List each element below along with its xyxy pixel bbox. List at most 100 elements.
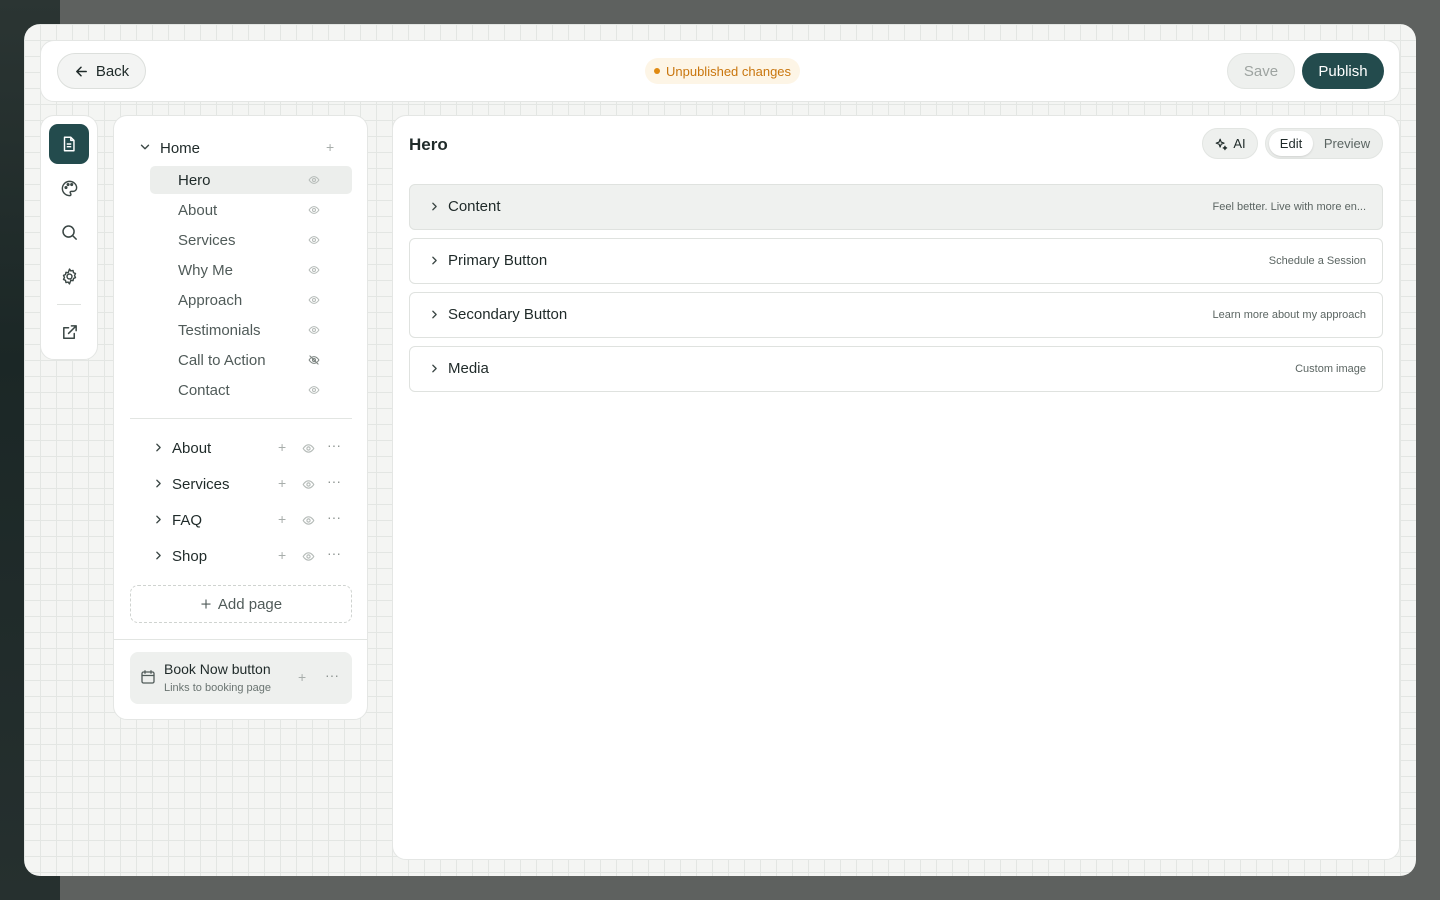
eye-icon[interactable] [308, 264, 320, 276]
editor-window: Back Unpublished changes Save Publish Ho… [24, 24, 1416, 876]
more-options-icon[interactable]: ··· [327, 545, 341, 561]
eye-icon[interactable] [302, 478, 315, 491]
search-icon [60, 223, 79, 242]
field-summary: Feel better. Live with more en... [1212, 201, 1366, 213]
more-options-icon[interactable]: ··· [327, 473, 341, 489]
save-button[interactable]: Save [1227, 53, 1295, 89]
chevron-right-icon[interactable] [152, 549, 165, 562]
eye-icon[interactable] [308, 174, 320, 186]
eye-icon[interactable] [308, 324, 320, 336]
field-label: Media [448, 360, 489, 377]
chevron-right-icon [428, 254, 441, 267]
document-icon [60, 135, 78, 153]
unpublished-status-badge: Unpublished changes [645, 58, 801, 84]
page-row-shop[interactable]: Shop + ··· [114, 542, 367, 570]
preview-mode-button[interactable]: Preview [1316, 131, 1378, 156]
rail-divider [57, 304, 81, 305]
field-accordion-media[interactable]: Media Custom image [409, 346, 1383, 392]
gear-icon [60, 267, 79, 286]
add-page-label: Add page [217, 595, 283, 613]
eye-off-icon[interactable] [308, 354, 320, 366]
chevron-right-icon[interactable] [152, 441, 165, 454]
section-label: Services [178, 232, 236, 249]
sidebar-divider-bottom [114, 639, 367, 640]
section-label: About [178, 202, 218, 219]
ai-button[interactable]: AI [1202, 128, 1258, 159]
more-options-icon[interactable]: ··· [327, 509, 341, 525]
field-summary: Custom image [1295, 363, 1366, 375]
section-editor-panel: Hero AI Edit Preview Content Feel better… [392, 115, 1400, 860]
status-dot-icon [654, 68, 660, 74]
field-accordion-secondary-button[interactable]: Secondary Button Learn more about my app… [409, 292, 1383, 338]
section-item-contact[interactable]: Contact [150, 376, 352, 404]
eye-icon[interactable] [308, 384, 320, 396]
rail-settings-button[interactable] [49, 256, 89, 296]
add-section-button[interactable]: + [326, 139, 334, 155]
eye-icon[interactable] [302, 442, 315, 455]
page-label: FAQ [172, 512, 203, 529]
book-now-subtitle: Links to booking page [164, 682, 272, 694]
rail-pages-button[interactable] [49, 124, 89, 164]
section-item-testimonials[interactable]: Testimonials [150, 316, 352, 344]
field-label: Content [448, 198, 501, 215]
field-accordion-content[interactable]: Content Feel better. Live with more en..… [409, 184, 1383, 230]
add-section-button[interactable]: + [278, 439, 286, 455]
icon-rail [40, 115, 98, 360]
eye-icon[interactable] [308, 234, 320, 246]
publish-button[interactable]: Publish [1302, 53, 1384, 89]
field-accordion-primary-button[interactable]: Primary Button Schedule a Session [409, 238, 1383, 284]
eye-icon[interactable] [308, 294, 320, 306]
add-page-button[interactable]: Add page [130, 585, 352, 623]
chevron-right-icon[interactable] [152, 513, 165, 526]
eye-icon[interactable] [302, 550, 315, 563]
palette-icon [60, 179, 79, 198]
section-item-approach[interactable]: Approach [150, 286, 352, 314]
section-item-about[interactable]: About [150, 196, 352, 224]
back-button[interactable]: Back [57, 53, 146, 89]
page-row-faq[interactable]: FAQ + ··· [114, 506, 367, 534]
section-item-hero[interactable]: Hero [150, 166, 352, 194]
rail-search-button[interactable] [49, 212, 89, 252]
status-label: Unpublished changes [666, 63, 792, 79]
page-label: Services [172, 476, 230, 493]
section-label: Approach [178, 292, 243, 309]
section-item-call-to-action[interactable]: Call to Action [150, 346, 352, 374]
field-label: Secondary Button [448, 306, 568, 323]
sidebar-divider [130, 418, 352, 419]
add-section-button[interactable]: + [278, 511, 286, 527]
field-label: Primary Button [448, 252, 548, 269]
page-row-about[interactable]: About + ··· [114, 434, 367, 462]
field-summary: Learn more about my approach [1212, 309, 1366, 321]
chevron-down-icon[interactable] [138, 140, 152, 154]
add-button[interactable]: + [298, 669, 306, 685]
edit-mode-button[interactable]: Edit [1269, 131, 1313, 156]
section-title: Hero [409, 135, 448, 154]
top-bar: Back Unpublished changes Save Publish [40, 40, 1400, 102]
page-label: Shop [172, 548, 208, 565]
add-section-button[interactable]: + [278, 547, 286, 563]
section-item-why-me[interactable]: Why Me [150, 256, 352, 284]
section-label: Contact [178, 382, 230, 399]
sparkle-icon [1214, 137, 1228, 151]
page-label: About [172, 440, 212, 457]
book-now-title: Book Now button [164, 661, 271, 677]
section-label: Hero [178, 172, 211, 189]
more-options-icon[interactable]: ··· [327, 437, 341, 453]
section-label: Testimonials [178, 322, 261, 339]
ai-label: AI [1233, 136, 1246, 151]
page-tree-sidebar: Home + Hero About Services Why Me Approa… [113, 115, 368, 720]
chevron-right-icon[interactable] [152, 477, 165, 490]
page-row-home[interactable]: Home + [114, 134, 367, 162]
eye-icon[interactable] [302, 514, 315, 527]
chevron-right-icon [428, 200, 441, 213]
book-now-button-item[interactable]: Book Now button Links to booking page + … [130, 652, 352, 704]
back-button-label: Back [95, 62, 130, 80]
more-options-icon[interactable]: ··· [325, 667, 339, 683]
eye-icon[interactable] [308, 204, 320, 216]
add-section-button[interactable]: + [278, 475, 286, 491]
section-item-services[interactable]: Services [150, 226, 352, 254]
plus-icon [200, 598, 212, 610]
page-row-services[interactable]: Services + ··· [114, 470, 367, 498]
rail-open-site-button[interactable] [49, 312, 89, 352]
rail-theme-button[interactable] [49, 168, 89, 208]
